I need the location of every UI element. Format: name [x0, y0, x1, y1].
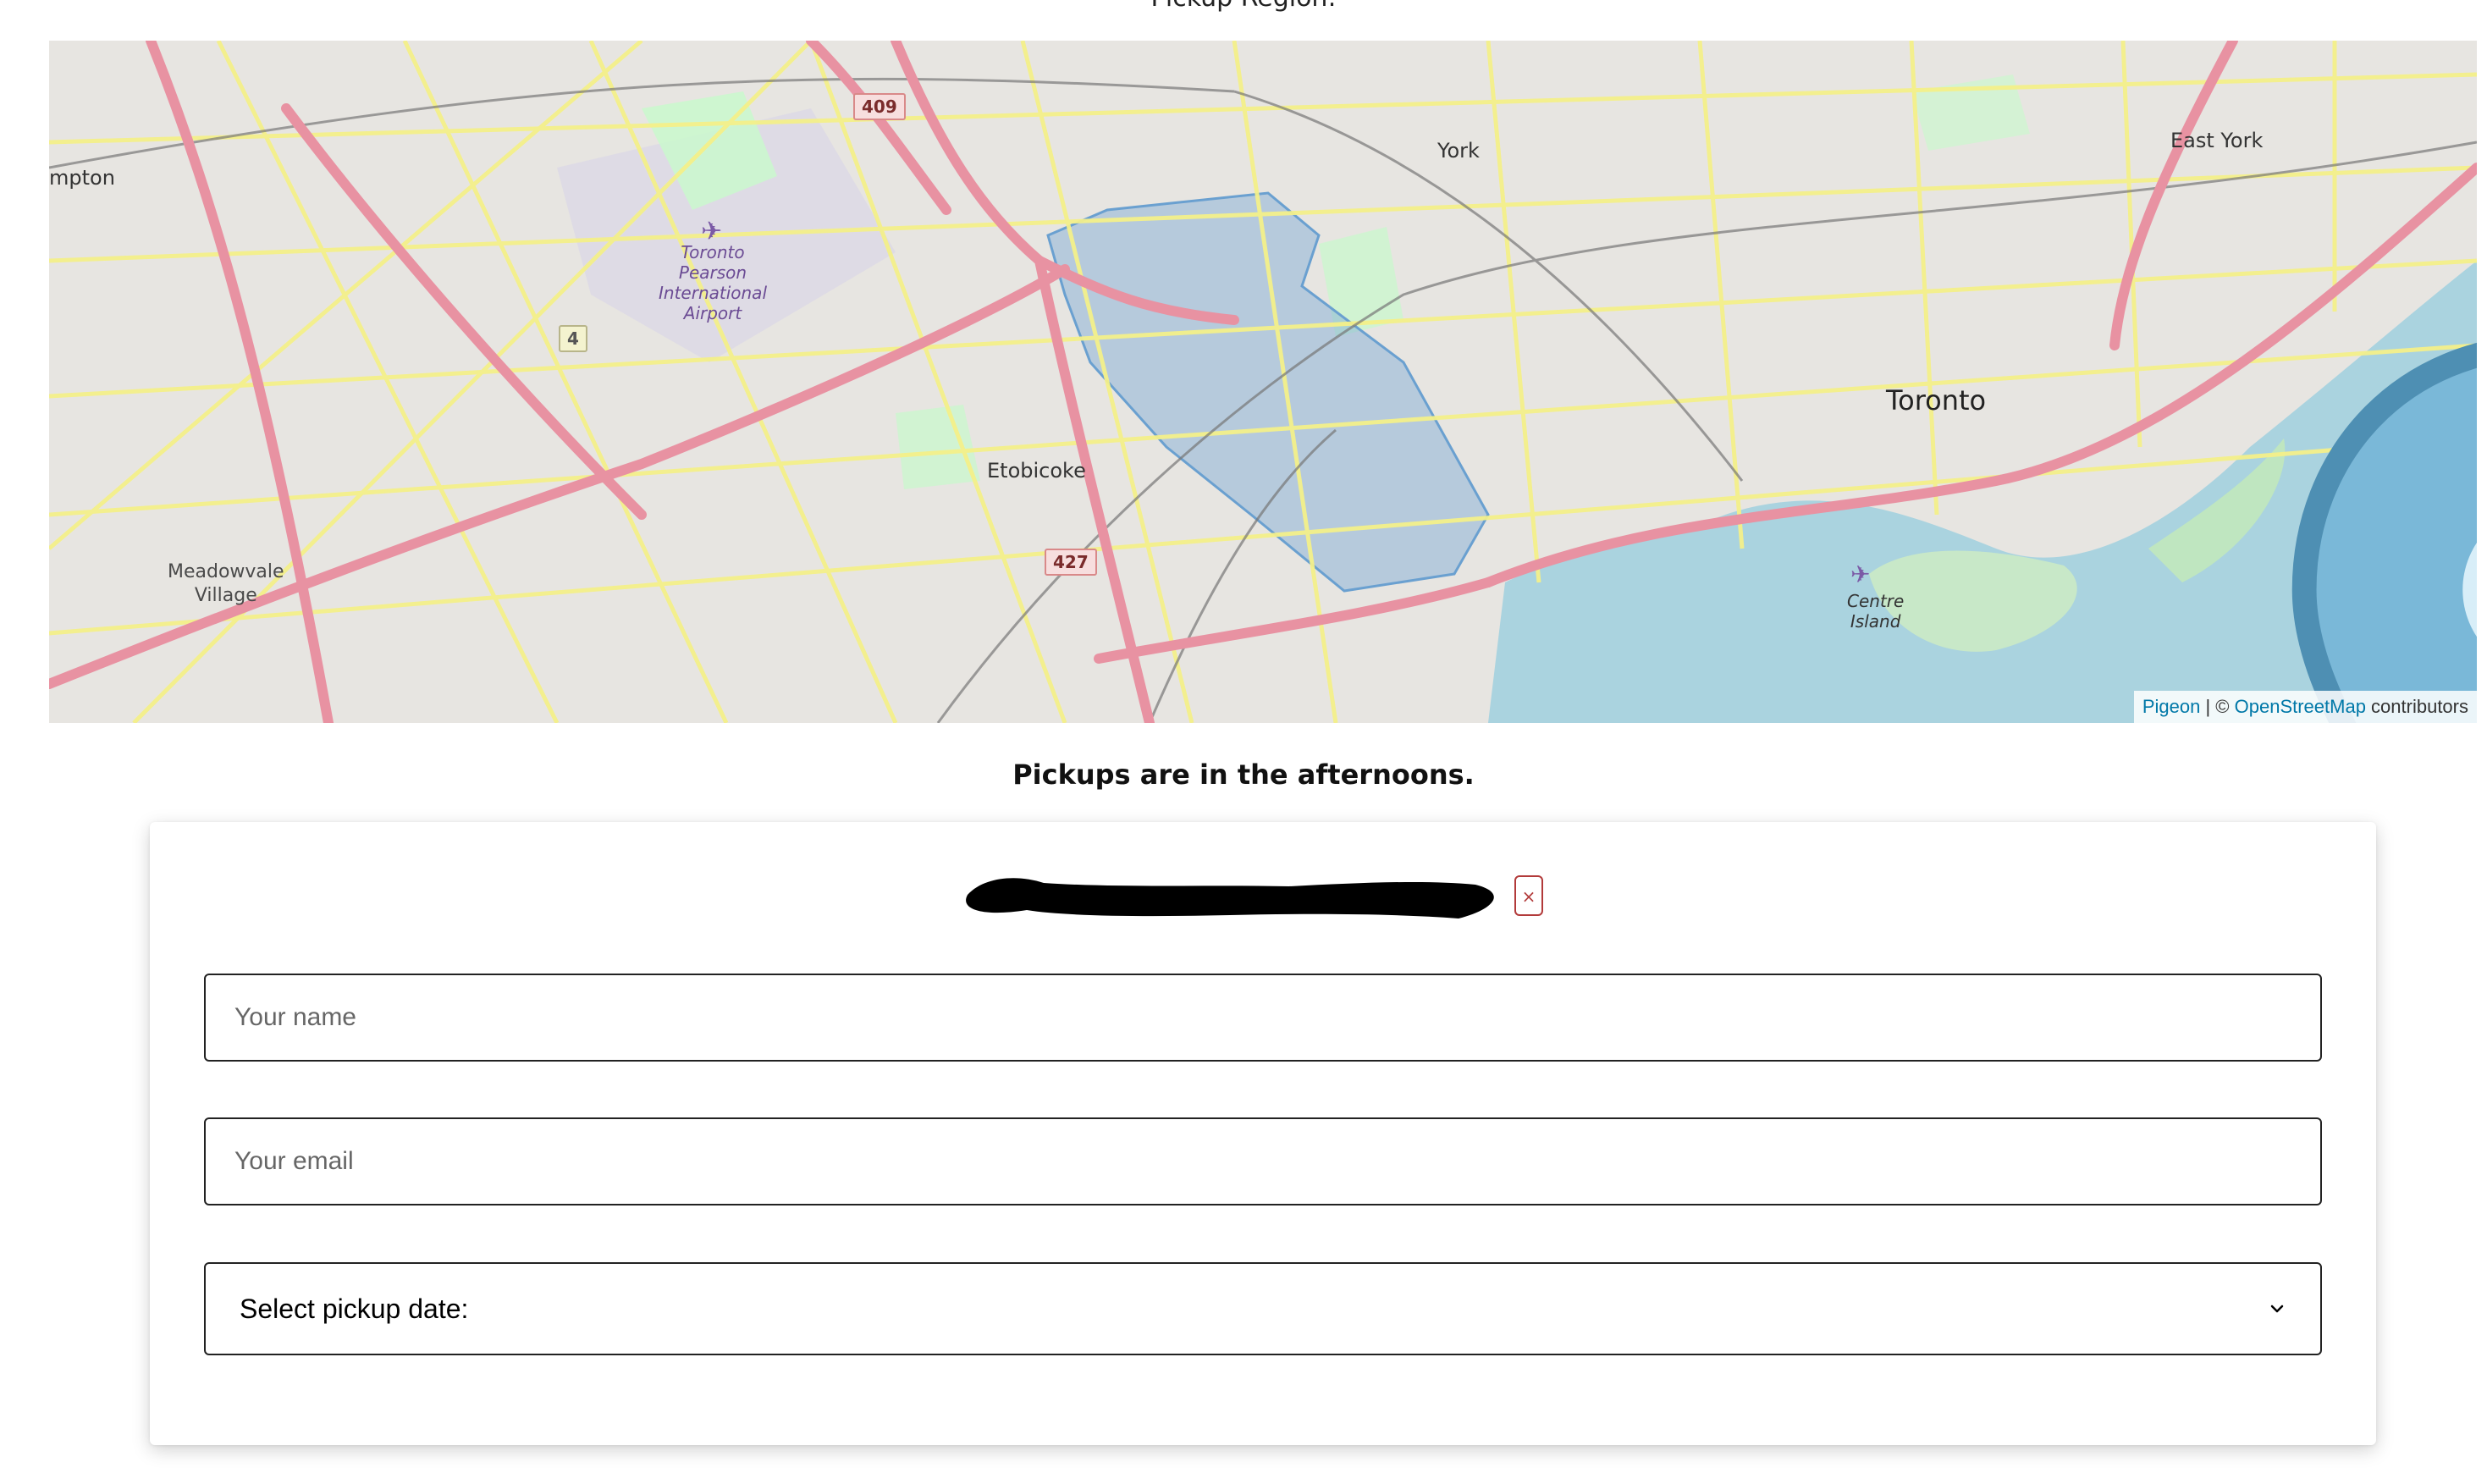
pickup-form-card: × Select pickup date:: [150, 822, 2376, 1445]
highway-shield-409: 409: [853, 93, 906, 120]
close-button[interactable]: ×: [1514, 875, 1543, 916]
airport-icon: ✈: [701, 217, 723, 246]
attribution-suffix: contributors: [2365, 696, 2468, 717]
email-field-container: [204, 1117, 2322, 1205]
name-field-container: [204, 974, 2322, 1062]
pigeon-link[interactable]: Pigeon: [2142, 696, 2201, 717]
pickup-date-select[interactable]: Select pickup date:: [204, 1262, 2322, 1355]
name-input[interactable]: [206, 975, 2320, 1060]
page: Pickup Region:: [0, 0, 2487, 1484]
map-label-meadowvale: Meadowvale Village: [168, 561, 284, 606]
email-input[interactable]: [206, 1119, 2320, 1204]
map-label-brampton: mpton: [49, 166, 115, 190]
map-attribution: Pigeon | © OpenStreetMap contributors: [2133, 691, 2477, 723]
pickup-time-note: Pickups are in the afternoons.: [1012, 759, 1475, 791]
highway-shield-4: 4: [559, 325, 587, 352]
map-marker-icon[interactable]: [1334, 322, 2477, 723]
pickup-date-select-value: Select pickup date:: [240, 1293, 469, 1324]
redacted-scribble: [966, 878, 1494, 919]
map-label-york: York: [1437, 139, 1480, 163]
map-title: Pickup Region:: [0, 0, 2487, 13]
highway-shield-427: 427: [1045, 549, 1097, 576]
map-label-etobicoke: Etobicoke: [987, 459, 1086, 483]
pickup-region-map[interactable]: mpton York East York Toronto Etobicoke M…: [49, 41, 2477, 723]
chevron-down-icon: [2270, 1305, 2284, 1313]
map-label-east-york: East York: [2170, 129, 2264, 152]
map-label-pearson-airport: Toronto Pearson International Airport: [659, 242, 767, 323]
attribution-separator: | ©: [2200, 696, 2235, 717]
openstreetmap-link[interactable]: OpenStreetMap: [2235, 696, 2366, 717]
